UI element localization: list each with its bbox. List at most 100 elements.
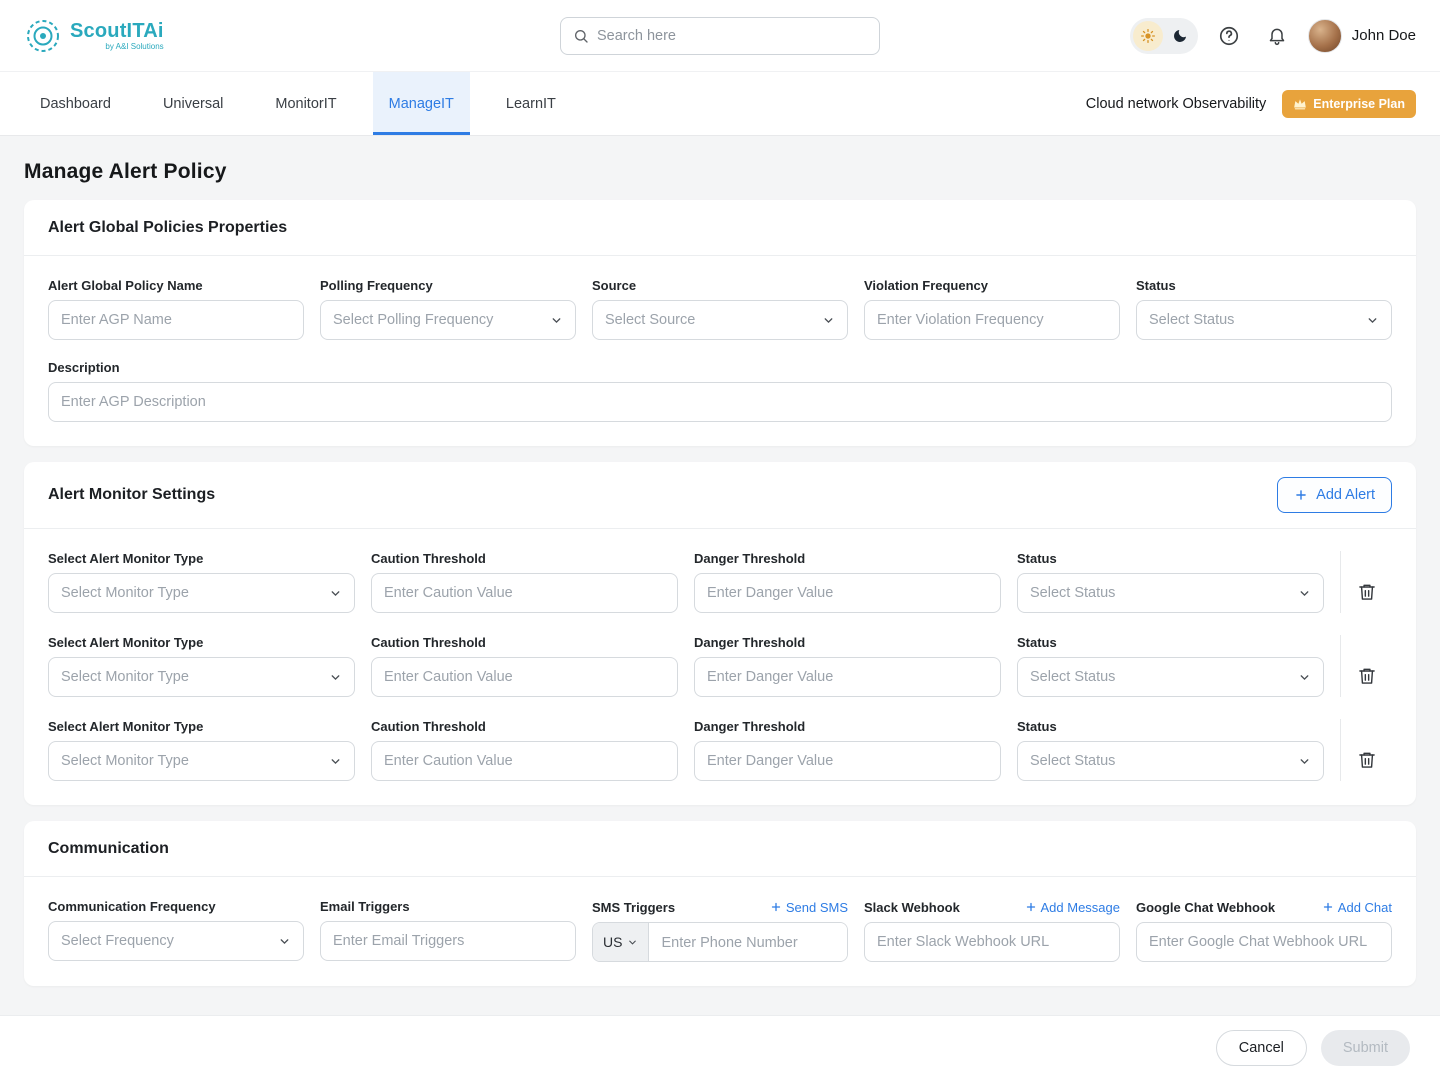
google-chat-webhook-label: Google Chat Webhook	[1136, 900, 1275, 915]
delete-row-button[interactable]	[1355, 580, 1379, 604]
email-triggers-input[interactable]	[320, 921, 576, 961]
source-value: Select Source	[605, 312, 695, 328]
chevron-down-icon	[1298, 671, 1311, 684]
alert-monitor-settings-card: Alert Monitor Settings Add Alert Select …	[24, 462, 1416, 805]
monitor-status-label: Status	[1017, 719, 1324, 734]
danger-threshold-input[interactable]	[694, 657, 1001, 697]
tab-dashboard[interactable]: Dashboard	[24, 72, 127, 135]
agp-name-input[interactable]	[48, 300, 304, 340]
monitor-type-select[interactable]: Select Monitor Type	[48, 657, 355, 697]
help-button[interactable]	[1212, 19, 1246, 53]
add-message-link[interactable]: Add Message	[1025, 900, 1121, 915]
delete-row-button[interactable]	[1355, 748, 1379, 772]
monitor-status-select[interactable]: Select Status	[1017, 741, 1324, 781]
send-sms-link[interactable]: Send SMS	[770, 900, 848, 915]
theme-toggle[interactable]	[1130, 18, 1198, 54]
caution-threshold-label: Caution Threshold	[371, 635, 678, 650]
plus-icon	[770, 901, 782, 913]
tab-learnit[interactable]: LearnIT	[490, 72, 572, 135]
user-name: John Doe	[1352, 27, 1416, 44]
tab-monitorit[interactable]: MonitorIT	[259, 72, 352, 135]
email-triggers-label: Email Triggers	[320, 899, 576, 914]
monitor-status-value: Select Status	[1030, 669, 1115, 685]
help-icon	[1218, 25, 1240, 47]
monitor-type-value: Select Monitor Type	[61, 585, 189, 601]
avatar[interactable]	[1308, 19, 1342, 53]
source-select[interactable]: Select Source	[592, 300, 848, 340]
phone-input-group: US	[592, 922, 848, 962]
chevron-down-icon	[822, 314, 835, 327]
caution-threshold-label: Caution Threshold	[371, 551, 678, 566]
brand-logo[interactable]: ScoutITAi by A&I Solutions	[24, 17, 164, 55]
monitor-status-label: Status	[1017, 635, 1324, 650]
google-chat-webhook-input[interactable]	[1136, 922, 1392, 962]
monitor-type-select[interactable]: Select Monitor Type	[48, 741, 355, 781]
danger-threshold-input[interactable]	[694, 573, 1001, 613]
dark-mode-icon[interactable]	[1165, 21, 1195, 51]
plan-badge: Enterprise Plan	[1282, 90, 1416, 118]
plus-icon	[1294, 488, 1308, 502]
sms-triggers-label: SMS Triggers	[592, 900, 675, 915]
brand-name: ScoutITAi	[70, 21, 164, 41]
trash-icon	[1357, 582, 1377, 602]
agp-description-input[interactable]	[48, 382, 1392, 422]
tab-universal[interactable]: Universal	[147, 72, 239, 135]
policy-status-select[interactable]: Select Status	[1136, 300, 1392, 340]
monitor-row-2: Select Alert Monitor Type Select Monitor…	[48, 635, 1392, 697]
delete-row-button[interactable]	[1355, 664, 1379, 688]
nav-tabs: Dashboard Universal MonitorIT ManageIT L…	[24, 72, 572, 135]
caution-threshold-input[interactable]	[371, 573, 678, 613]
send-sms-label: Send SMS	[786, 900, 848, 915]
country-code-select[interactable]: US	[593, 923, 649, 961]
polling-frequency-label: Polling Frequency	[320, 278, 576, 293]
danger-threshold-input[interactable]	[694, 741, 1001, 781]
add-chat-link[interactable]: Add Chat	[1322, 900, 1392, 915]
plan-badge-label: Enterprise Plan	[1313, 97, 1405, 111]
monitor-status-select[interactable]: Select Status	[1017, 573, 1324, 613]
monitor-type-select[interactable]: Select Monitor Type	[48, 573, 355, 613]
trash-icon	[1357, 666, 1377, 686]
light-mode-icon[interactable]	[1133, 21, 1163, 51]
danger-threshold-label: Danger Threshold	[694, 719, 1001, 734]
chevron-down-icon	[1298, 587, 1311, 600]
alert-global-policies-card: Alert Global Policies Properties Alert G…	[24, 200, 1416, 446]
add-alert-button[interactable]: Add Alert	[1277, 477, 1392, 513]
chevron-down-icon	[329, 755, 342, 768]
polling-frequency-select[interactable]: Select Polling Frequency	[320, 300, 576, 340]
brand-tagline: by A&I Solutions	[105, 43, 163, 51]
notifications-button[interactable]	[1260, 19, 1294, 53]
phone-number-input[interactable]	[649, 923, 847, 962]
danger-threshold-label: Danger Threshold	[694, 551, 1001, 566]
violation-frequency-input[interactable]	[864, 300, 1120, 340]
slack-webhook-input[interactable]	[864, 922, 1120, 962]
chevron-down-icon	[1366, 314, 1379, 327]
add-message-label: Add Message	[1041, 900, 1121, 915]
caution-threshold-input[interactable]	[371, 741, 678, 781]
page-title: Manage Alert Policy	[24, 160, 1416, 184]
cancel-button[interactable]: Cancel	[1216, 1030, 1307, 1066]
monitor-status-select[interactable]: Select Status	[1017, 657, 1324, 697]
plus-icon	[1322, 901, 1334, 913]
polling-frequency-value: Select Polling Frequency	[333, 312, 493, 328]
search-input[interactable]	[597, 28, 867, 44]
trash-icon	[1357, 750, 1377, 770]
add-chat-label: Add Chat	[1338, 900, 1392, 915]
source-label: Source	[592, 278, 848, 293]
bell-icon	[1267, 26, 1287, 46]
agp-name-label: Alert Global Policy Name	[48, 278, 304, 293]
monitor-type-label: Select Alert Monitor Type	[48, 635, 355, 650]
chevron-down-icon	[1298, 755, 1311, 768]
monitor-row-1: Select Alert Monitor Type Select Monitor…	[48, 551, 1392, 613]
user-menu[interactable]: John Doe	[1308, 19, 1416, 53]
communication-frequency-select[interactable]: Select Frequency	[48, 921, 304, 961]
global-search[interactable]	[560, 17, 880, 55]
monitor-status-label: Status	[1017, 551, 1324, 566]
submit-button[interactable]: Submit	[1321, 1030, 1410, 1066]
tab-manageit[interactable]: ManageIT	[373, 72, 470, 135]
main-content: Manage Alert Policy Alert Global Policie…	[0, 136, 1440, 1015]
policy-status-value: Select Status	[1149, 312, 1234, 328]
communication-frequency-label: Communication Frequency	[48, 899, 304, 914]
monitor-status-value: Select Status	[1030, 585, 1115, 601]
caution-threshold-input[interactable]	[371, 657, 678, 697]
chevron-down-icon	[329, 671, 342, 684]
